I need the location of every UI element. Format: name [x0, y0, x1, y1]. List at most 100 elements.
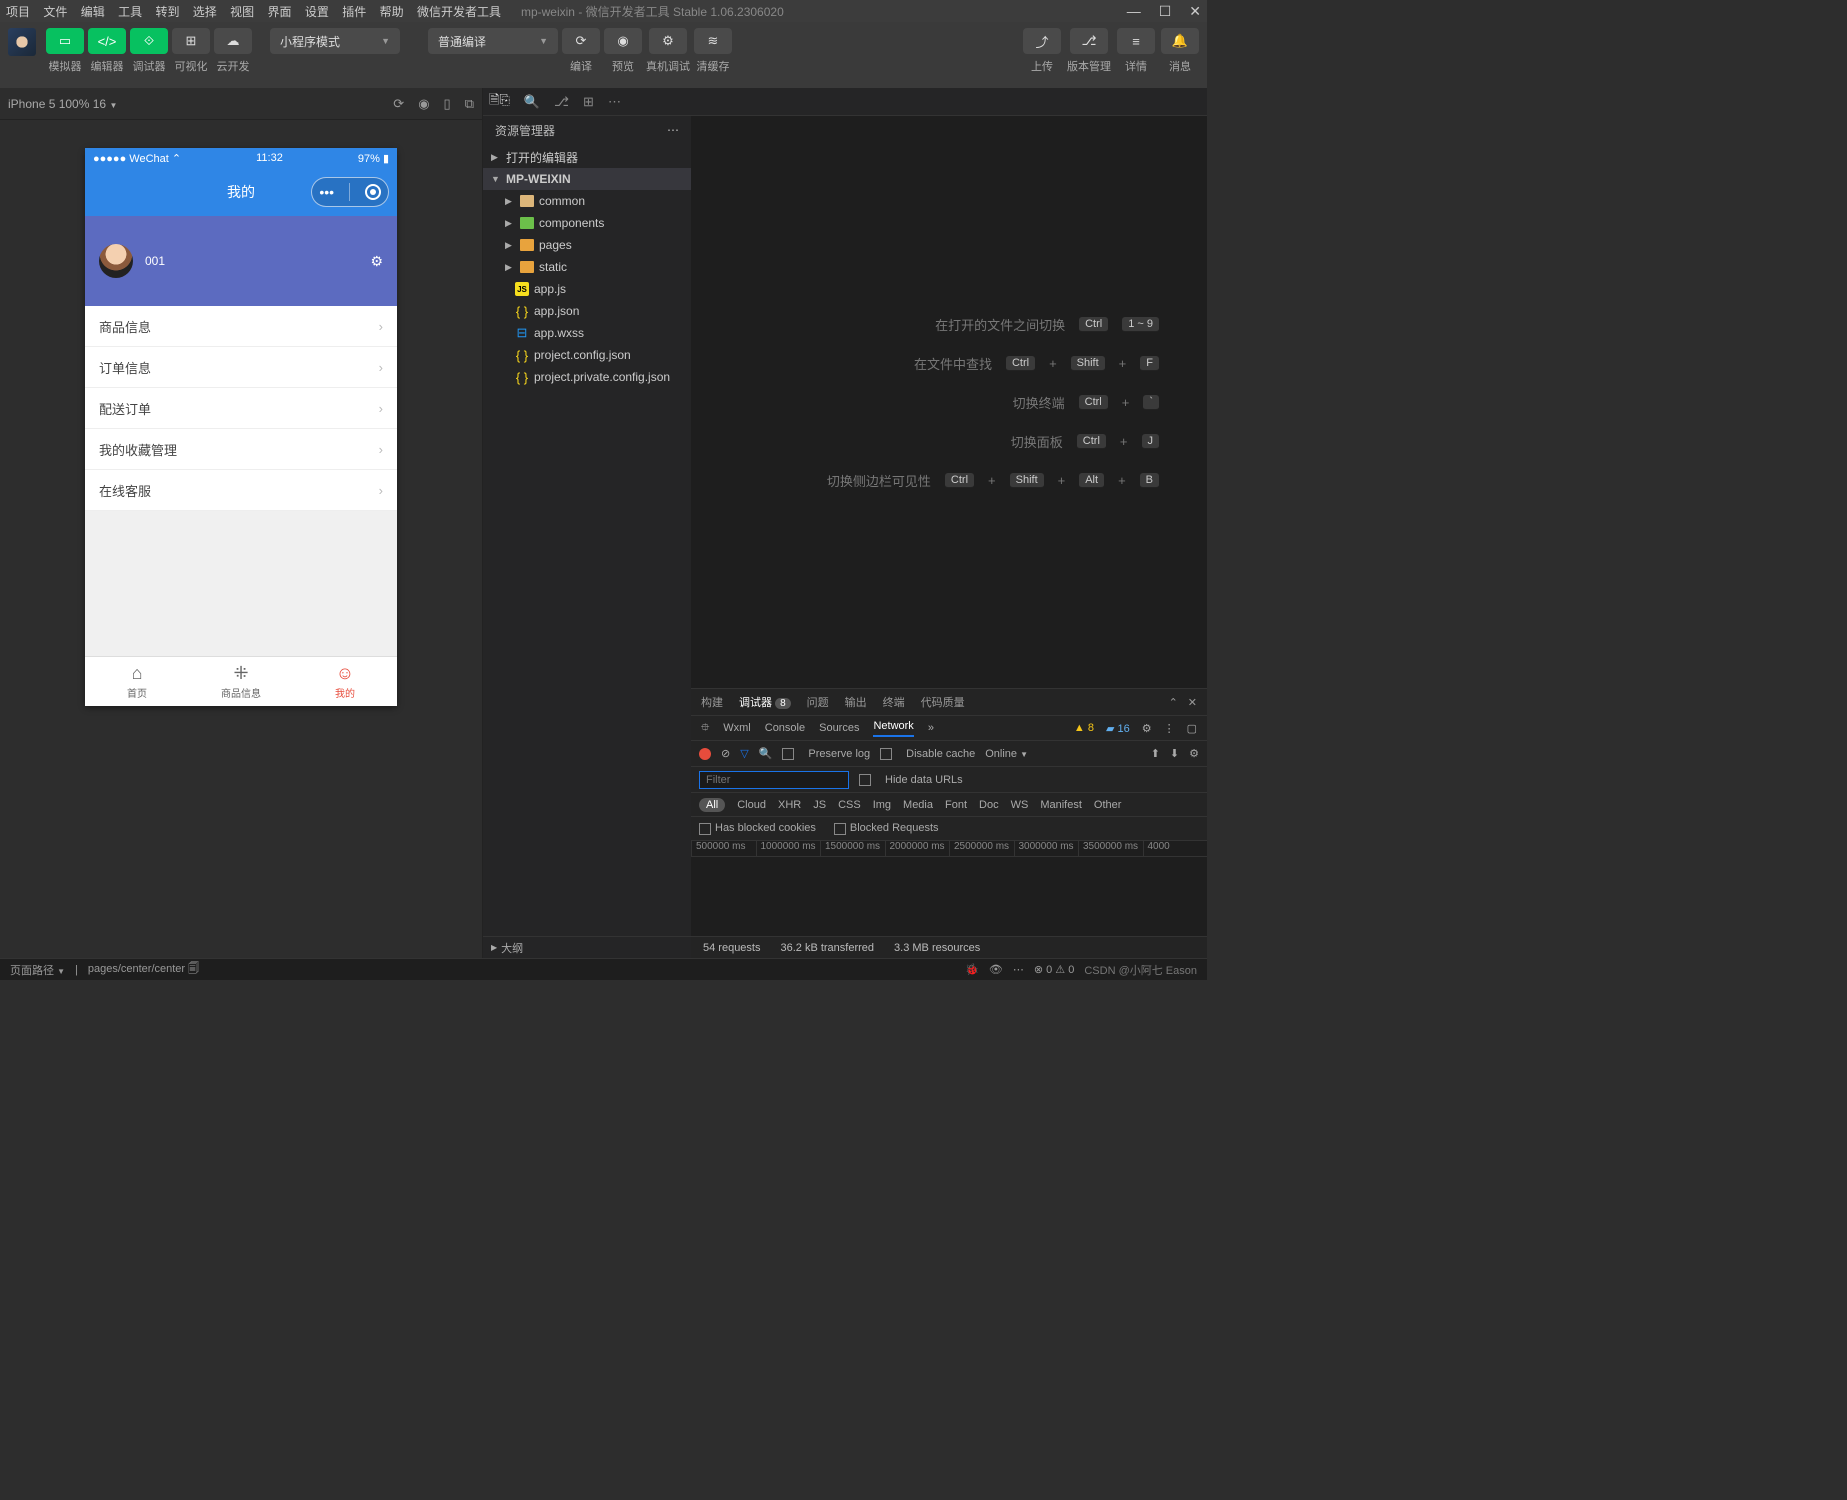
list-item[interactable]: 我的收藏管理› [85, 429, 397, 470]
type-ws[interactable]: WS [1011, 799, 1029, 811]
tab-mine[interactable]: ☺我的 [293, 657, 397, 706]
refresh-icon[interactable]: ⟳ [393, 96, 404, 112]
menu-select[interactable]: 选择 [193, 5, 217, 19]
tree-folder[interactable]: ▶common [483, 190, 691, 212]
info-count[interactable]: ▰ 16 [1106, 722, 1130, 735]
funnel-icon[interactable]: ▽ [740, 747, 748, 760]
open-editors-section[interactable]: ▶打开的编辑器 [483, 146, 691, 168]
stop-icon[interactable]: ◉ [418, 96, 429, 112]
eye-icon[interactable]: 👁 [989, 963, 1003, 976]
capsule[interactable]: ••• [311, 177, 389, 207]
sub-sources[interactable]: Sources [819, 722, 859, 734]
type-media[interactable]: Media [903, 799, 933, 811]
upload-button[interactable]: ⤴ [1023, 28, 1061, 54]
gear2-icon[interactable]: ⚙ [1189, 747, 1199, 760]
warn-count[interactable]: ▲ 8 [1074, 722, 1094, 734]
inspect-icon[interactable]: ⯐ [701, 719, 709, 738]
compile-select[interactable]: 普通编译▼ [428, 28, 558, 54]
type-all[interactable]: All [699, 798, 725, 812]
dt-tab-problems[interactable]: 问题 [807, 694, 829, 710]
more2-icon[interactable]: ⋯ [1013, 963, 1024, 976]
dock-icon[interactable]: ▢ [1187, 722, 1197, 735]
panel-up-icon[interactable]: ⌃ [1169, 696, 1178, 709]
online-select[interactable]: Online ▼ [985, 748, 1028, 760]
gear-icon[interactable]: ⚙ [1142, 722, 1152, 735]
project-root[interactable]: ▼MP-WEIXIN [483, 168, 691, 190]
close-icon[interactable]: ✕ [1189, 3, 1201, 20]
popout-icon[interactable]: ⧉ [465, 96, 474, 112]
upload-icon[interactable]: ⬆ [1151, 747, 1160, 760]
sub-wxml[interactable]: Wxml [723, 722, 751, 734]
tree-file[interactable]: { }app.json [483, 300, 691, 322]
dt-tab-debug[interactable]: 调试器 8 [739, 694, 791, 710]
menu-view[interactable]: 视图 [230, 5, 254, 19]
visual-button[interactable]: ⊞ [172, 28, 210, 54]
tree-file[interactable]: ⊟app.wxss [483, 322, 691, 344]
preserve-check[interactable] [782, 748, 794, 760]
list-item[interactable]: 商品信息› [85, 306, 397, 347]
menu-file[interactable]: 文件 [43, 5, 67, 19]
tab-goods[interactable]: ⁜商品信息 [189, 657, 293, 706]
menu-goto[interactable]: 转到 [155, 5, 179, 19]
clear-cache-button[interactable]: ≋ [694, 28, 732, 54]
tree-folder[interactable]: ▶static [483, 256, 691, 278]
blocked-cookies-check[interactable] [699, 823, 711, 835]
type-js[interactable]: JS [813, 799, 826, 811]
more-icon[interactable]: ⋯ [608, 94, 621, 110]
record-icon[interactable] [699, 748, 711, 760]
download-icon[interactable]: ⬇ [1170, 747, 1179, 760]
tab-home[interactable]: ⌂首页 [85, 657, 189, 706]
panel-close-icon[interactable]: ✕ [1188, 696, 1197, 709]
debugger-button[interactable]: ⟐ [130, 28, 168, 54]
menu-edit[interactable]: 编辑 [81, 5, 105, 19]
menu-project[interactable]: 项目 [6, 5, 30, 19]
git-icon[interactable]: ⎇ [554, 94, 569, 110]
filter-input[interactable] [699, 771, 849, 789]
menu-plugin[interactable]: 插件 [342, 5, 366, 19]
hide-urls-check[interactable] [859, 774, 871, 786]
list-item[interactable]: 配送订单› [85, 388, 397, 429]
device-icon[interactable]: ▯ [444, 96, 451, 112]
ext-icon[interactable]: ⊞ [583, 94, 594, 110]
tree-file[interactable]: JSapp.js [483, 278, 691, 300]
type-other[interactable]: Other [1094, 799, 1122, 811]
version-button[interactable]: ⎇ [1070, 28, 1108, 54]
remote-debug-button[interactable]: ⚙ [649, 28, 687, 54]
type-img[interactable]: Img [873, 799, 891, 811]
kebab-icon[interactable]: ⋮ [1164, 722, 1175, 735]
tree-file[interactable]: { }project.config.json [483, 344, 691, 366]
list-item[interactable]: 订单信息› [85, 347, 397, 388]
menu-ui[interactable]: 界面 [268, 5, 292, 19]
disable-check[interactable] [880, 748, 892, 760]
cloud-button[interactable]: ☁ [214, 28, 252, 54]
search2-icon[interactable]: 🔍 [759, 747, 773, 760]
minimize-icon[interactable]: — [1127, 3, 1141, 20]
menu-tool[interactable]: 工具 [118, 5, 142, 19]
outline-section[interactable]: ▶大纲 [483, 936, 691, 958]
simulator-button[interactable]: ▭ [46, 28, 84, 54]
sub-network[interactable]: Network [873, 720, 913, 737]
mode-select[interactable]: 小程序模式▼ [270, 28, 400, 54]
device-select[interactable]: iPhone 5 100% 16 ▼ [8, 97, 117, 111]
preview-button[interactable]: ◉ [604, 28, 642, 54]
tree-folder[interactable]: ▶pages [483, 234, 691, 256]
dt-tab-build[interactable]: 构建 [701, 694, 723, 710]
page-path[interactable]: pages/center/center 🗐 [88, 960, 199, 979]
maximize-icon[interactable]: ☐ [1159, 3, 1172, 20]
details-button[interactable]: ≡ [1117, 28, 1155, 54]
network-timeline[interactable]: 500000 ms1000000 ms1500000 ms2000000 ms2… [691, 841, 1207, 936]
explorer-icon[interactable]: 🗎⎘ [489, 91, 510, 113]
list-item[interactable]: 在线客服› [85, 470, 397, 511]
menu-wxdev[interactable]: 微信开发者工具 [417, 5, 501, 19]
err-status[interactable]: ⊗ 0 ⚠ 0 [1034, 963, 1075, 976]
bug-icon[interactable]: 🐞 [965, 963, 979, 976]
tree-file[interactable]: { }project.private.config.json [483, 366, 691, 388]
type-css[interactable]: CSS [838, 799, 861, 811]
menu-settings[interactable]: 设置 [305, 5, 329, 19]
sub-console[interactable]: Console [765, 722, 805, 734]
dt-tab-quality[interactable]: 代码质量 [921, 694, 965, 710]
blocked-req-check[interactable] [834, 823, 846, 835]
profile-avatar[interactable] [99, 244, 133, 278]
menu-help[interactable]: 帮助 [380, 5, 404, 19]
type-xhr[interactable]: XHR [778, 799, 801, 811]
